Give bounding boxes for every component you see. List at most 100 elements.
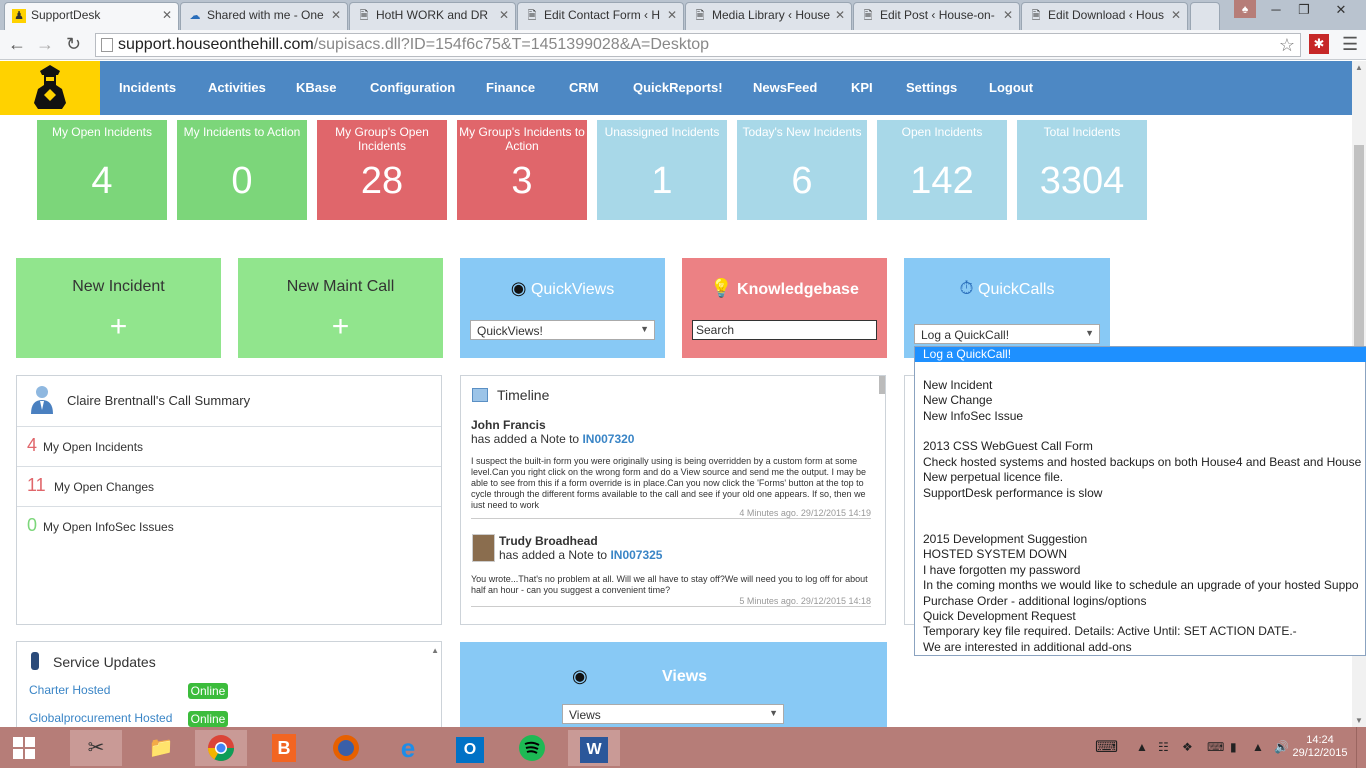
stat-todays-new-incidents[interactable]: Today's New Incidents 6 [737,120,867,220]
summary-row-open-incidents[interactable]: 4 My Open Incidents [17,426,441,466]
tray-expand-icon[interactable]: ▲ [1136,740,1148,754]
stat-open-incidents[interactable]: Open Incidents 142 [877,120,1007,220]
quickcall-option[interactable]: We are interested in additional add-ons [915,640,1366,655]
usb-icon[interactable]: ⌨ [1207,740,1224,754]
volume-icon[interactable]: 🔊 [1274,740,1289,754]
firefox-icon[interactable] [320,730,372,766]
stat-total-incidents[interactable]: Total Incidents 3304 [1017,120,1147,220]
supportdesk-logo[interactable] [0,61,100,115]
file-explorer-icon[interactable]: 📁 [135,730,187,766]
quickcall-option[interactable]: 2015 Development Suggestion [915,532,1366,547]
quickcall-option[interactable]: Purchase Order - additional logins/optio… [915,594,1366,609]
quickcall-option[interactable]: Quick Development Request [915,609,1366,624]
service-scroll-up-icon[interactable]: ▲ [431,646,439,655]
nav-configuration[interactable]: Configuration [370,80,455,95]
keyboard-icon[interactable]: ⌨ [1095,737,1118,757]
close-icon[interactable]: ✕ [162,8,172,22]
nav-incidents[interactable]: Incidents [119,80,176,95]
service-name[interactable]: Globalprocurement Hosted [29,711,172,725]
quickcall-option[interactable]: I have forgotten my password [915,563,1366,578]
nav-activities[interactable]: Activities [208,80,266,95]
timeline-scrollbar[interactable] [879,376,885,394]
quickcall-option[interactable]: HOSTED SYSTEM DOWN [915,547,1366,562]
battery-icon[interactable]: ▮ [1230,740,1237,754]
snipping-tool-icon[interactable]: ✂ [70,730,122,766]
user-profile-button[interactable]: ♠ [1234,0,1256,18]
summary-row-open-infosec[interactable]: 0 My Open InfoSec Issues [17,506,441,546]
quickcall-option[interactable] [915,424,1366,439]
new-tab-button[interactable] [1190,2,1220,30]
outlook-icon[interactable]: O [444,730,496,766]
stat-my-open-incidents[interactable]: My Open Incidents 4 [37,120,167,220]
tab-hoth-work[interactable]: 🗎 HotH WORK and DR ✕ [349,2,516,30]
dropbox-icon[interactable]: ❖ [1182,740,1193,754]
close-icon[interactable]: ✕ [499,8,509,22]
stat-group-incidents-to-action[interactable]: My Group's Incidents to Action 3 [457,120,587,220]
maximize-icon[interactable]: ❐ [1290,0,1318,20]
close-icon[interactable]: ✕ [331,8,341,22]
quickcall-option[interactable]: In the coming months we would like to sc… [915,578,1366,593]
back-arrow-icon[interactable]: ← [8,34,26,55]
wifi-icon[interactable]: ▲ [1252,740,1264,754]
nav-logout[interactable]: Logout [989,80,1033,95]
scroll-down-icon[interactable]: ▼ [1355,716,1363,725]
close-icon[interactable]: ✕ [835,8,845,22]
url-input[interactable]: support.houseonthehill.com/supisacs.dll?… [95,33,1301,57]
internet-explorer-icon[interactable]: e [382,730,434,766]
nav-crm[interactable]: CRM [569,80,599,95]
stat-unassigned-incidents[interactable]: Unassigned Incidents 1 [597,120,727,220]
chrome-menu-icon[interactable]: ☰ [1342,34,1358,55]
close-icon[interactable]: ✕ [667,8,677,22]
nav-kpi[interactable]: KPI [851,80,873,95]
star-icon[interactable]: ☆ [1279,34,1295,56]
taskbar-clock[interactable]: 14:24 29/12/2015 [1292,734,1348,760]
quickcall-option[interactable]: New Change [915,393,1366,408]
nav-kbase[interactable]: KBase [296,80,336,95]
windows-start-icon[interactable] [0,730,48,766]
stat-my-incidents-to-action[interactable]: My Incidents to Action 0 [177,120,307,220]
quickcall-option[interactable]: Check hosted systems and hosted backups … [915,455,1366,470]
quickcall-option[interactable] [915,362,1366,377]
scroll-up-icon[interactable]: ▲ [1355,63,1363,72]
tab-edit-contact[interactable]: 🗎 Edit Contact Form ‹ H ✕ [517,2,684,30]
word-icon[interactable]: W [568,730,620,766]
minimize-icon[interactable]: ─ [1262,0,1290,20]
tab-supportdesk[interactable]: ♟ SupportDesk ✕ [4,2,179,30]
quickcall-option[interactable] [915,501,1366,516]
forward-arrow-icon[interactable]: → [36,34,54,55]
kbase-search-input[interactable]: Search [692,320,877,340]
quickcall-option[interactable]: Temporary key file required. Details: Ac… [915,624,1366,639]
extension-icon[interactable]: ✱ [1309,34,1329,54]
spotify-icon[interactable] [506,730,558,766]
quickcall-dropdown-list[interactable]: Log a QuickCall! New Incident New Change… [914,346,1366,656]
quickcall-option[interactable]: New perpetual licence file. [915,470,1366,485]
quickcall-option[interactable]: Log a QuickCall! [915,347,1366,362]
close-window-icon[interactable]: ✕ [1318,0,1364,20]
quickcall-option[interactable]: 2013 CSS WebGuest Call Form [915,439,1366,454]
quickcalls-select[interactable]: Log a QuickCall! ▼ [914,324,1100,344]
quickviews-select[interactable]: QuickViews! ▼ [470,320,655,340]
tab-media-library[interactable]: 🗎 Media Library ‹ House ✕ [685,2,852,30]
tab-onedrive[interactable]: ☁ Shared with me - One ✕ [180,2,348,30]
close-icon[interactable]: ✕ [1171,8,1181,22]
stat-group-open-incidents[interactable]: My Group's Open Incidents 28 [317,120,447,220]
summary-row-open-changes[interactable]: 11 My Open Changes [17,466,441,506]
quickcall-option[interactable] [915,517,1366,532]
chrome-icon[interactable] [195,730,247,766]
nav-newsfeed[interactable]: NewsFeed [753,80,817,95]
views-select[interactable]: Views ▼ [562,704,784,724]
quickcall-option[interactable]: New Incident [915,378,1366,393]
quickcall-option[interactable]: SupportDesk performance is slow [915,486,1366,501]
nav-quickreports[interactable]: QuickReports! [633,80,723,95]
close-icon[interactable]: ✕ [1003,8,1013,22]
nav-settings[interactable]: Settings [906,80,957,95]
network-icon[interactable]: ☷ [1158,740,1169,754]
tab-edit-post[interactable]: 🗎 Edit Post ‹ House-on- ✕ [853,2,1020,30]
nav-finance[interactable]: Finance [486,80,535,95]
new-maint-call-card[interactable]: New Maint Call + [238,258,443,358]
tab-edit-download[interactable]: 🗎 Edit Download ‹ Hous ✕ [1021,2,1188,30]
brave-icon[interactable]: B [258,730,310,766]
new-incident-card[interactable]: New Incident + [16,258,221,358]
show-desktop-button[interactable] [1356,727,1366,768]
incident-link[interactable]: IN007320 [582,432,634,446]
